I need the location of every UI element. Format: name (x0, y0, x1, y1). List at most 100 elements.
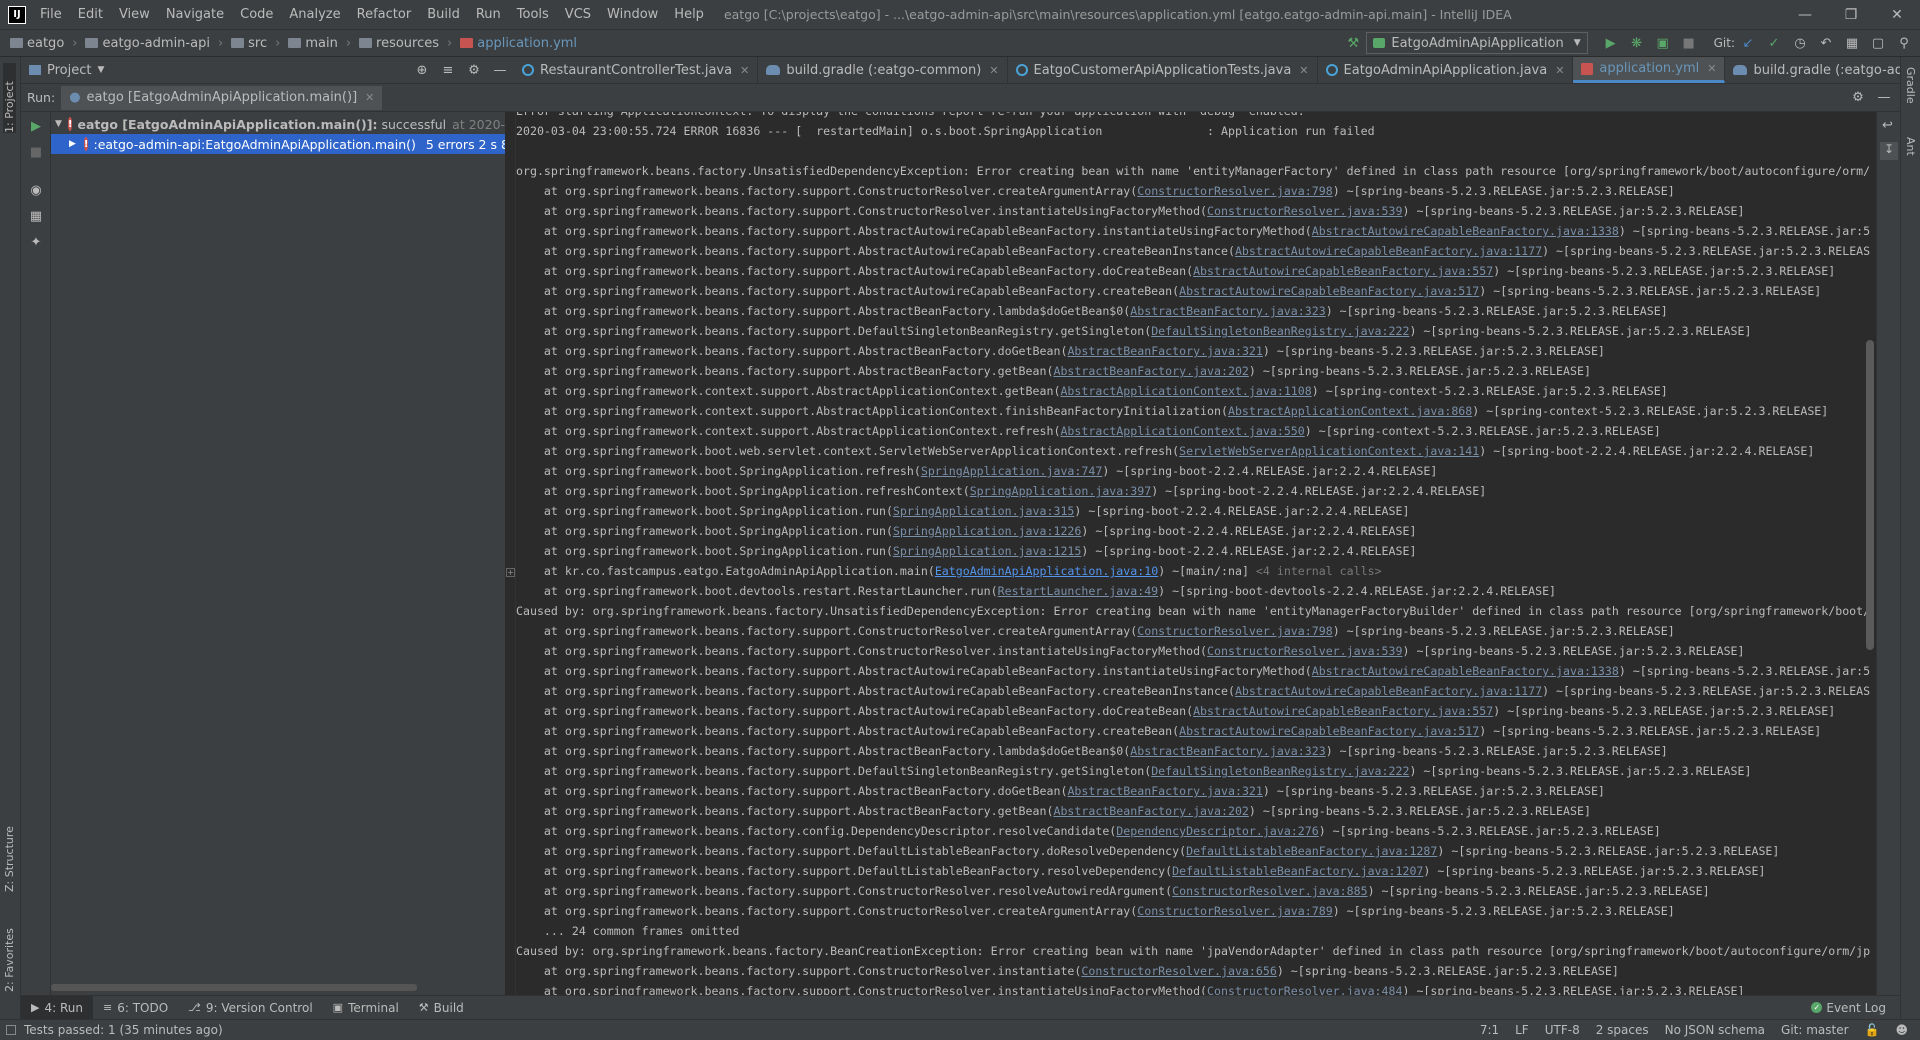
source-link[interactable]: EatgoAdminApiApplication.java:10 (935, 564, 1158, 578)
breadcrumb-item[interactable]: application.yml (456, 36, 581, 51)
chevron-down-icon[interactable]: ▼ (97, 65, 104, 75)
editor-tab[interactable]: RestaurantControllerTest.java ✕ (514, 57, 759, 83)
fold-icon[interactable]: + (506, 568, 515, 577)
menu-build[interactable]: Build (419, 0, 468, 30)
minimize-icon[interactable]: — (1782, 7, 1828, 23)
source-link[interactable]: SpringApplication.java:1226 (893, 524, 1081, 538)
source-link[interactable]: SpringApplication.java:315 (893, 504, 1074, 518)
source-link[interactable]: AbstractAutowireCapableBeanFactory.java:… (1312, 224, 1619, 238)
editor-tab[interactable]: EatgoCustomerApiApplicationTests.java ✕ (1008, 57, 1318, 83)
source-link[interactable]: AbstractApplicationContext.java:868 (1228, 404, 1472, 418)
layout-icon[interactable]: ▦ (28, 208, 44, 224)
source-link[interactable]: AbstractBeanFactory.java:202 (1053, 364, 1248, 378)
breadcrumb-item[interactable]: eatgo › (6, 36, 81, 51)
source-link[interactable]: ConstructorResolver.java:539 (1207, 204, 1402, 218)
soft-wrap-icon[interactable]: ↩ (1882, 118, 1893, 133)
breadcrumb-item[interactable]: eatgo-admin-api › (81, 36, 227, 51)
collapse-all-icon[interactable]: ≡ (440, 62, 456, 78)
source-link[interactable]: AbstractBeanFactory.java:323 (1130, 304, 1325, 318)
source-link[interactable]: ConstructorResolver.java:789 (1137, 904, 1332, 918)
source-link[interactable]: AbstractAutowireCapableBeanFactory.java:… (1312, 664, 1619, 678)
close-icon[interactable]: ✕ (1874, 7, 1920, 23)
breadcrumb-item[interactable]: src › (227, 36, 284, 51)
expand-arrow-icon[interactable]: ▶ (69, 139, 76, 149)
menu-window[interactable]: Window (599, 0, 666, 30)
indent-setting[interactable]: 2 spaces (1588, 1023, 1657, 1037)
gear-icon[interactable]: ⚙ (1850, 90, 1866, 106)
gradle-tool-button[interactable]: Gradle (1904, 67, 1917, 127)
source-link[interactable]: ConstructorResolver.java:656 (1081, 964, 1276, 978)
menu-code[interactable]: Code (232, 0, 281, 30)
close-icon[interactable]: ✕ (989, 64, 998, 77)
menu-help[interactable]: Help (666, 0, 712, 30)
source-link[interactable]: ConstructorResolver.java:539 (1207, 644, 1402, 658)
rerun-icon[interactable]: ▶ (28, 118, 44, 134)
bottom-tab[interactable]: ⚒ Build (409, 996, 474, 1020)
source-link[interactable]: DefaultListableBeanFactory.java:1287 (1186, 844, 1437, 858)
project-tool-button[interactable]: 1: Project (3, 63, 16, 133)
file-encoding[interactable]: UTF-8 (1537, 1023, 1588, 1037)
source-link[interactable]: AbstractAutowireCapableBeanFactory.java:… (1235, 684, 1542, 698)
run-config-selector[interactable]: EatgoAdminApiApplication ▼ (1366, 32, 1588, 54)
source-link[interactable]: ServletWebServerApplicationContext.java:… (1179, 444, 1479, 458)
history-icon[interactable]: ◷ (1792, 35, 1808, 51)
source-link[interactable]: ConstructorResolver.java:885 (1172, 884, 1367, 898)
menu-file[interactable]: File (32, 0, 70, 30)
run-tab[interactable]: ● eatgo [EatgoAdminApiApplication.main()… (61, 85, 383, 110)
event-log-button[interactable]: ✓ Event Log (1811, 1001, 1886, 1015)
source-link[interactable]: DefaultListableBeanFactory.java:1207 (1172, 864, 1423, 878)
tree-row-root[interactable]: ▼ ! eatgo [EatgoAdminApiApplication.main… (51, 114, 505, 134)
debug-icon[interactable]: ❋ (1629, 35, 1645, 51)
search-icon[interactable]: ⚲ (1896, 35, 1912, 51)
tree-row-selected[interactable]: ▶ ! :eatgo-admin-api:EatgoAdminApiApplic… (51, 134, 505, 154)
stop-icon[interactable]: ■ (1681, 35, 1697, 51)
close-icon[interactable]: ✕ (1707, 62, 1716, 75)
source-link[interactable]: AbstractAutowireCapableBeanFactory.java:… (1179, 284, 1479, 298)
source-link[interactable]: AbstractAutowireCapableBeanFactory.java:… (1193, 264, 1493, 278)
menu-analyze[interactable]: Analyze (281, 0, 348, 30)
git-branch[interactable]: Git: master (1773, 1023, 1857, 1037)
menu-refactor[interactable]: Refactor (349, 0, 420, 30)
editor-tab[interactable]: build.gradle (:eatgo-common) ✕ (758, 57, 1008, 83)
editor-tab[interactable]: EatgoAdminApiApplication.java ✕ (1318, 57, 1574, 83)
structure-tool-button[interactable]: Z: Structure (3, 812, 16, 892)
scroll-to-end-icon[interactable]: ↧ (1880, 142, 1898, 160)
source-link[interactable]: AbstractAutowireCapableBeanFactory.java:… (1179, 724, 1479, 738)
git-commit-icon[interactable]: ✓ (1766, 35, 1782, 51)
git-update-icon[interactable]: ↙ (1740, 35, 1756, 51)
locate-icon[interactable]: ⊕ (414, 62, 430, 78)
bottom-tab[interactable]: ▶ 4: Run (21, 995, 93, 1020)
source-link[interactable]: ConstructorResolver.java:798 (1137, 184, 1332, 198)
source-link[interactable]: SpringApplication.java:747 (921, 464, 1102, 478)
internal-calls-fold[interactable]: <4 internal calls> (1256, 564, 1382, 578)
json-schema[interactable]: No JSON schema (1657, 1023, 1773, 1037)
editor-tab[interactable]: build.gradle (:eatgo-admin-api)✕ (1725, 57, 1900, 83)
editor-tab[interactable]: application.yml ✕ (1573, 57, 1726, 83)
close-icon[interactable]: ✕ (1299, 64, 1308, 77)
bottom-tab[interactable]: ⎇ 9: Version Control (178, 996, 323, 1020)
source-link[interactable]: AbstractAutowireCapableBeanFactory.java:… (1235, 244, 1542, 258)
source-link[interactable]: DefaultSingletonBeanRegistry.java:222 (1151, 324, 1409, 338)
menu-vcs[interactable]: VCS (557, 0, 599, 30)
vertical-scrollbar[interactable] (1866, 340, 1874, 650)
hide-icon[interactable]: — (492, 62, 508, 78)
eye-icon[interactable]: ◉ (28, 182, 44, 198)
source-link[interactable]: ConstructorResolver.java:798 (1137, 624, 1332, 638)
bottom-tab[interactable]: ▣ Terminal (323, 996, 409, 1020)
source-link[interactable]: AbstractApplicationContext.java:1108 (1060, 384, 1311, 398)
coverage-icon[interactable]: ▣ (1655, 35, 1671, 51)
source-link[interactable]: AbstractBeanFactory.java:321 (1067, 344, 1262, 358)
pin-icon[interactable]: ✦ (28, 234, 44, 250)
bottom-tab[interactable]: ≡ 6: TODO (93, 996, 178, 1020)
build-hammer-icon[interactable]: ⚒ (1345, 35, 1361, 51)
close-icon[interactable]: ✕ (365, 91, 374, 104)
stop-icon[interactable]: ■ (28, 144, 44, 160)
favorites-tool-button[interactable]: 2: Favorites (3, 912, 16, 992)
close-icon[interactable]: ✕ (740, 64, 749, 77)
source-link[interactable]: SpringApplication.java:1215 (893, 544, 1081, 558)
run-icon[interactable]: ▶ (1603, 35, 1619, 51)
horizontal-scrollbar[interactable] (51, 984, 417, 991)
hide-icon[interactable]: — (1876, 90, 1892, 106)
source-link[interactable]: DefaultSingletonBeanRegistry.java:222 (1151, 764, 1409, 778)
lock-icon[interactable]: 🔓 (1857, 1023, 1888, 1037)
